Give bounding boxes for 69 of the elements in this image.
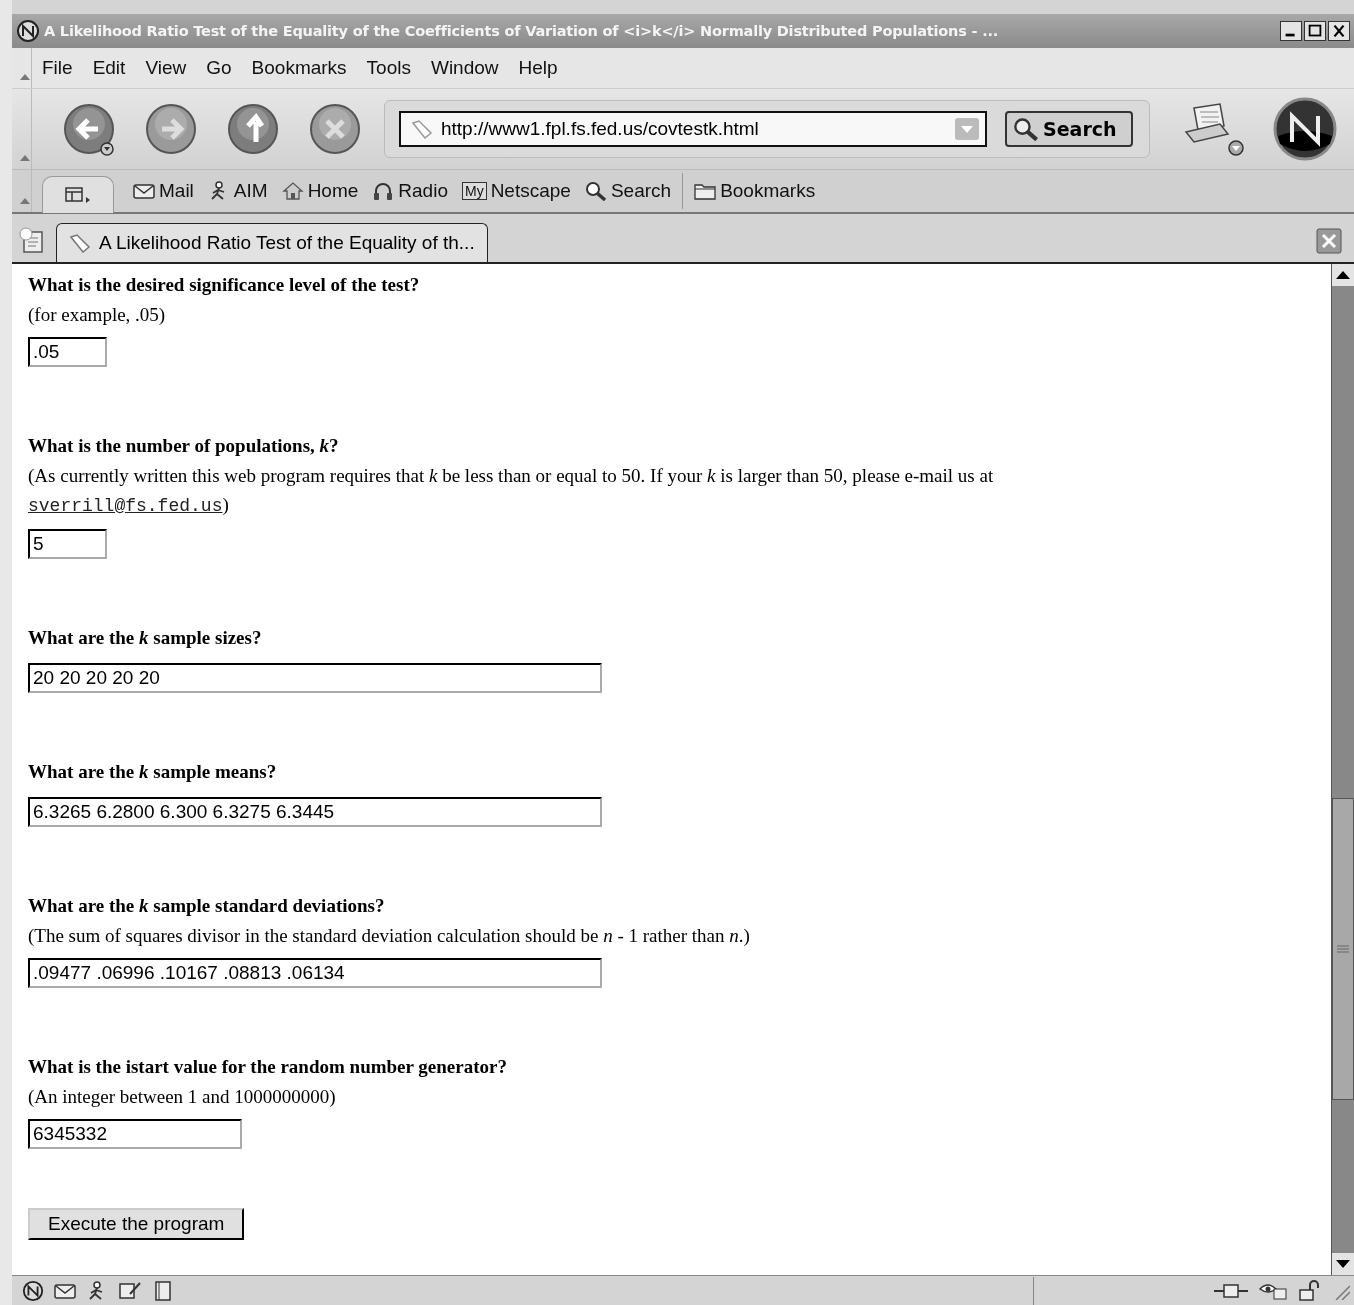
collapse-grip-icon[interactable]: [19, 198, 30, 204]
toolbar-link[interactable]: Netscape: [490, 180, 571, 202]
netscape-logo-icon: [16, 19, 40, 43]
toolbar-link[interactable]: AIM: [233, 180, 268, 202]
house-icon[interactable]: [281, 181, 304, 201]
address-field[interactable]: http://www1.fpl.fs.fed.us/covtestk.html: [399, 111, 987, 147]
question-text: What is the istart value for the random number generator?: [28, 1055, 508, 1079]
my-icon[interactable]: My: [461, 182, 487, 200]
maximize-button[interactable]: [1304, 21, 1326, 41]
close-button[interactable]: [1328, 21, 1350, 41]
input-field[interactable]: 6345332: [28, 1119, 242, 1149]
menu-item[interactable]: Help: [508, 57, 568, 79]
question-note: (An integer between 1 and 1000000000): [28, 1085, 337, 1109]
search-button[interactable]: Search: [1005, 111, 1133, 147]
question-note: (The sum of squares divisor in the standard deviation calculation should be n - 1 rather than n.): [28, 924, 751, 948]
folder-icon[interactable]: [694, 181, 717, 201]
sidebar-toggle-button[interactable]: [42, 175, 114, 213]
question-text: What are the k sample sizes?: [28, 626, 263, 650]
question-text: What is the desired significance level of the test?: [28, 273, 421, 297]
back-button[interactable]: [62, 102, 116, 156]
question-text: What are the k sample standard deviations?: [28, 894, 386, 918]
email-link[interactable]: sverrill@fs.fed.us: [28, 496, 223, 516]
input-field[interactable]: .09477 .06996 .10167 .08813 .06134: [28, 958, 602, 988]
scrollbar[interactable]: [1331, 264, 1354, 1275]
mail-icon[interactable]: [133, 181, 155, 201]
menu-item[interactable]: Window: [420, 57, 509, 79]
toolbar-link[interactable]: Search: [610, 180, 672, 202]
question-text: What is the number of populations, k?: [28, 434, 340, 458]
search-icon: [1013, 117, 1039, 141]
window-title: A Likelihood Ratio Test of the Equality of the Coefficients of Variation of <i>k</i> Normally Distributed Populations - ...: [44, 23, 1000, 39]
netscape-logo-icon[interactable]: [1272, 96, 1338, 162]
grip-lines-icon: [1337, 943, 1349, 955]
input-field[interactable]: .05: [28, 337, 107, 367]
menu-item[interactable]: Go: [196, 57, 242, 79]
input-field[interactable]: 6.3265 6.2800 6.300 6.3275 6.3445: [28, 797, 602, 827]
execute-button[interactable]: Execute the program: [28, 1208, 245, 1240]
bookmark-tag-icon: [69, 233, 91, 253]
input-field[interactable]: 20 20 20 20 20: [28, 663, 602, 693]
toolbar-link[interactable]: Mail: [159, 180, 194, 202]
scroll-up-icon[interactable]: [1336, 271, 1350, 279]
toolbar-link[interactable]: Bookmarks: [720, 180, 816, 202]
menu-item[interactable]: Tools: [356, 57, 421, 79]
netscape-logo-icon[interactable]: [22, 1279, 44, 1302]
question-note: (for example, .05): [28, 303, 167, 327]
browser-tab[interactable]: A Likelihood Ratio Test of the Equality of th...: [56, 223, 488, 262]
reload-button[interactable]: [226, 102, 280, 156]
magnifier-icon[interactable]: [584, 181, 607, 201]
stop-button[interactable]: [308, 102, 362, 156]
question-note: (As currently written this web program requires that k be less than or equal to 50. If your k is larger than 50, please e-mail us at sverrill@fs.fed.us): [28, 464, 995, 518]
toolbar-link[interactable]: Radio: [398, 180, 448, 202]
address-book-icon[interactable]: [152, 1279, 174, 1302]
menu-item[interactable]: Bookmarks: [241, 57, 357, 79]
toolbar-link[interactable]: Home: [307, 180, 359, 202]
connection-icon: [1214, 1281, 1248, 1300]
forward-button[interactable]: [144, 102, 198, 156]
menu-item[interactable]: File: [32, 57, 83, 79]
headphones-icon[interactable]: [372, 181, 395, 201]
input-field[interactable]: 5: [28, 529, 107, 559]
collapse-grip-icon[interactable]: [19, 155, 30, 161]
bookmark-tag-icon: [411, 119, 433, 139]
minimize-button[interactable]: [1280, 21, 1302, 41]
question-text: What are the k sample means?: [28, 760, 278, 784]
padlock-icon: [1298, 1279, 1322, 1302]
collapse-grip-icon[interactable]: [19, 74, 30, 80]
menu-item[interactable]: Edit: [82, 57, 136, 79]
menu-item[interactable]: View: [135, 57, 197, 79]
close-tab-icon[interactable]: [1316, 228, 1342, 254]
sidebar-panel-icon: [64, 184, 92, 205]
scroll-down-icon[interactable]: [1336, 1260, 1350, 1268]
